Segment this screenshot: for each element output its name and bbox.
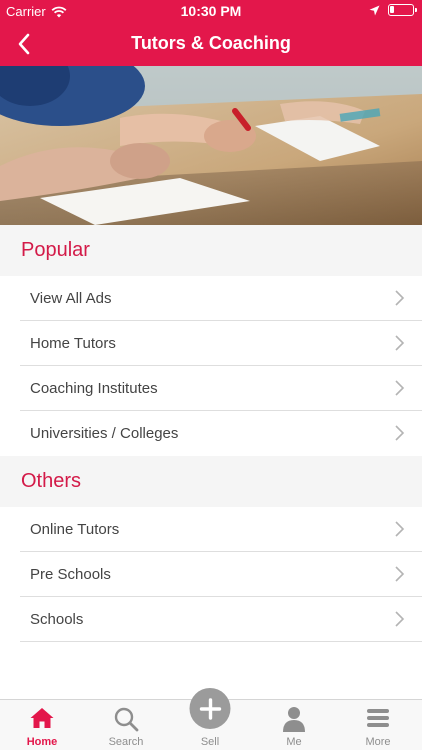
tab-bar: Home Search Sell Me More [0,688,422,750]
list-item-label: Schools [30,611,84,628]
section-title: Popular [21,239,90,261]
list-item-label: Coaching Institutes [30,380,158,397]
divider [20,641,422,642]
tab-label: Home [26,736,58,748]
tab-label: Search [108,736,144,748]
status-bar: Carrier 10:30 PM [0,0,422,22]
list-item-pre-schools[interactable]: Pre Schools [0,552,422,597]
status-right [369,4,417,16]
section-title: Others [21,470,82,492]
list-item-label: Home Tutors [30,335,116,352]
navigation-bar: Tutors & Coaching [0,22,422,66]
list-item-label: Universities / Colleges [30,425,179,442]
search-icon [114,707,139,732]
menu-icon [367,709,389,727]
chevron-right-icon [395,290,405,306]
plus-icon [199,697,221,720]
tab-label: Me [286,736,302,748]
tab-label: More [365,736,391,748]
list-item-universities-colleges[interactable]: Universities / Colleges [0,411,422,456]
list-item-home-tutors[interactable]: Home Tutors [0,321,422,366]
list-item-online-tutors[interactable]: Online Tutors [0,507,422,552]
sell-button[interactable] [189,688,231,729]
tab-more[interactable]: More [336,700,420,750]
students-writing-illustration [0,66,422,225]
tab-label: Sell [200,736,220,748]
home-icon [30,708,54,728]
list-item-schools[interactable]: Schools [0,597,422,642]
list-item-label: View All Ads [30,290,112,307]
tab-sell[interactable]: Sell [168,688,252,750]
tab-me[interactable]: Me [252,700,336,750]
page-title: Tutors & Coaching [131,33,291,53]
section-header-popular: Popular [0,225,422,276]
location-arrow-icon [369,5,380,15]
chevron-right-icon [395,611,405,627]
chevron-right-icon [395,380,405,396]
list-item-view-all-ads[interactable]: View All Ads [0,276,422,321]
status-time: 10:30 PM [180,3,242,19]
list-item-label: Online Tutors [30,521,120,538]
tab-home[interactable]: Home [0,700,84,750]
chevron-right-icon [395,566,405,582]
hero-image [0,66,422,225]
person-icon [283,707,305,732]
section-header-others: Others [0,456,422,507]
list-item-label: Pre Schools [30,566,111,583]
battery-icon [388,4,417,16]
chevron-right-icon [395,425,405,441]
list-item-coaching-institutes[interactable]: Coaching Institutes [0,366,422,411]
tab-search[interactable]: Search [84,700,168,750]
chevron-right-icon [395,335,405,351]
chevron-right-icon [395,521,405,537]
